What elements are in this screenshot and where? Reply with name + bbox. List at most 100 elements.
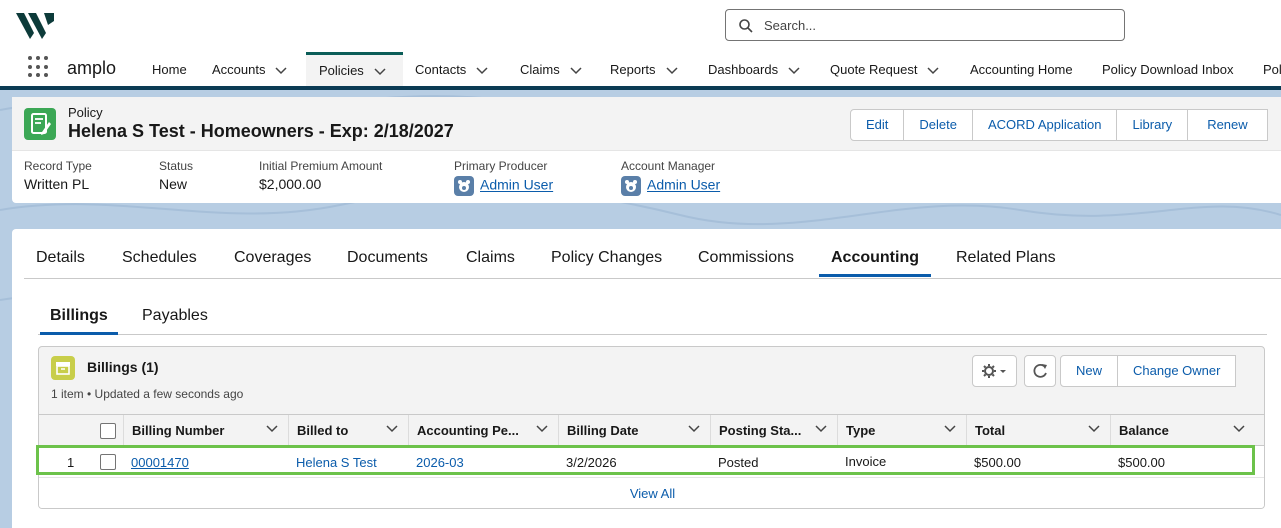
nav-item-policy-download-inbox[interactable]: Policy Download Inbox <box>1102 52 1234 87</box>
tab-claims[interactable]: Claims <box>466 249 515 267</box>
field-account-manager: Account Manager Admin User <box>621 159 720 196</box>
related-list-actions: New Change Owner <box>1060 355 1237 387</box>
column-balance[interactable]: Balance <box>1110 415 1255 447</box>
related-list-title[interactable]: Billings (1) <box>87 359 159 375</box>
change-owner-button[interactable]: Change Owner <box>1117 355 1237 387</box>
refresh-icon <box>1033 363 1047 378</box>
nav-item-accounting-home[interactable]: Accounting Home <box>970 52 1073 87</box>
record-header: Policy Helena S Test - Homeowners - Exp:… <box>12 97 1281 203</box>
chevron-down-icon[interactable] <box>536 425 548 433</box>
renew-button[interactable]: Renew <box>1187 109 1268 141</box>
chevron-down-icon[interactable] <box>815 425 827 433</box>
chevron-down-icon[interactable] <box>266 425 278 433</box>
nav-item-quote-request[interactable]: Quote Request <box>830 52 939 87</box>
tab-commissions[interactable]: Commissions <box>698 249 794 267</box>
column-billing-number[interactable]: Billing Number <box>123 415 288 447</box>
record-detail-card: Details Schedules Coverages Documents Cl… <box>12 229 1281 528</box>
acord-application-button[interactable]: ACORD Application <box>971 109 1118 141</box>
refresh-button[interactable] <box>1024 355 1056 387</box>
nav-item-contacts[interactable]: Contacts <box>415 52 488 87</box>
library-button[interactable]: Library <box>1116 109 1189 141</box>
billing-date-cell: 3/2/2026 <box>566 455 617 470</box>
policy-record-icon <box>24 108 56 140</box>
select-all-checkbox[interactable] <box>100 423 116 439</box>
gear-icon <box>982 364 1006 378</box>
row-select-checkbox[interactable] <box>100 454 116 470</box>
global-search-input[interactable]: Search... <box>725 9 1125 41</box>
tab-coverages[interactable]: Coverages <box>234 249 311 267</box>
chevron-down-icon[interactable] <box>944 425 956 433</box>
billing-number-link[interactable]: 00001470 <box>131 455 189 470</box>
total-cell: $500.00 <box>974 455 1021 470</box>
posting-status-cell: Posted <box>718 455 759 470</box>
chevron-down-icon[interactable] <box>386 425 398 433</box>
chevron-down-icon[interactable] <box>666 67 678 75</box>
search-placeholder: Search... <box>764 18 817 33</box>
accounting-period-link[interactable]: 2026-03 <box>416 455 464 470</box>
column-type[interactable]: Type <box>837 415 966 447</box>
tab-policy-changes[interactable]: Policy Changes <box>551 249 662 267</box>
chevron-down-icon[interactable] <box>788 67 800 75</box>
user-avatar-icon <box>454 176 474 196</box>
billing-list-icon <box>51 356 75 380</box>
global-header: Search... <box>0 0 1281 52</box>
delete-button[interactable]: Delete <box>903 109 973 141</box>
view-all-link[interactable]: View All <box>39 486 1264 501</box>
nav-item-accounts[interactable]: Accounts <box>212 52 288 87</box>
chevron-down-icon[interactable] <box>374 68 386 76</box>
accounting-subtabs: Billings Payables <box>38 297 1267 335</box>
tab-related-plans[interactable]: Related Plans <box>956 249 1056 267</box>
subtab-payables[interactable]: Payables <box>142 307 208 325</box>
tab-schedules[interactable]: Schedules <box>122 249 197 267</box>
column-posting-status[interactable]: Posting Sta... <box>710 415 837 447</box>
app-nav-bar: amplo Home Accounts Policies Contacts Cl… <box>0 52 1281 87</box>
chevron-down-icon[interactable] <box>476 67 488 75</box>
balance-cell: $500.00 <box>1118 455 1165 470</box>
search-icon <box>739 19 753 33</box>
app-name: amplo <box>67 58 117 78</box>
chevron-down-icon[interactable] <box>927 67 939 75</box>
record-title: Helena S Test - Homeowners - Exp: 2/18/2… <box>68 121 454 141</box>
app-launcher-icon[interactable] <box>28 56 50 78</box>
record-action-buttons: Edit Delete ACORD Application Library Re… <box>850 109 1268 141</box>
type-cell: Invoice <box>845 454 887 469</box>
chevron-down-icon[interactable] <box>1233 425 1245 433</box>
field-primary-producer: Primary Producer Admin User <box>454 159 553 196</box>
table-header: Billing Number Billed to Accounting Pe..… <box>39 414 1264 447</box>
row-number: 1 <box>67 455 75 470</box>
edit-button[interactable]: Edit <box>850 109 905 141</box>
billings-related-list: Billings (1) 1 item • Updated a few seco… <box>38 346 1265 509</box>
chevron-down-icon[interactable] <box>1088 425 1100 433</box>
related-list-status: 1 item • Updated a few seconds ago <box>51 387 244 401</box>
chevron-down-icon[interactable] <box>688 425 700 433</box>
billed-to-link[interactable]: Helena S Test <box>296 455 377 470</box>
account-manager-link[interactable]: Admin User <box>647 177 720 193</box>
tab-details[interactable]: Details <box>36 249 85 267</box>
subtab-billings[interactable]: Billings <box>40 307 118 335</box>
field-initial-premium-amount: Initial Premium Amount $2,000.00 <box>259 159 383 192</box>
user-avatar-icon <box>621 176 641 196</box>
field-status: Status New <box>159 159 194 192</box>
chevron-down-icon[interactable] <box>275 67 288 75</box>
list-settings-button[interactable] <box>972 355 1017 387</box>
tab-documents[interactable]: Documents <box>347 249 428 267</box>
record-object-label: Policy <box>68 105 103 120</box>
record-tabs: Details Schedules Coverages Documents Cl… <box>24 239 1281 279</box>
tab-accounting[interactable]: Accounting <box>819 249 931 277</box>
primary-producer-link[interactable]: Admin User <box>480 177 553 193</box>
column-total[interactable]: Total <box>966 415 1110 447</box>
nav-item-home[interactable]: Home <box>152 52 187 87</box>
brand-logo-icon[interactable] <box>16 9 56 41</box>
field-record-type: Record Type Written PL <box>24 159 92 192</box>
nav-item-overflow[interactable]: Pol <box>1263 52 1281 87</box>
column-accounting-period[interactable]: Accounting Pe... <box>408 415 558 447</box>
new-button[interactable]: New <box>1060 355 1119 387</box>
nav-item-claims[interactable]: Claims <box>520 52 582 87</box>
chevron-down-icon[interactable] <box>570 67 582 75</box>
nav-item-policies[interactable]: Policies <box>306 52 403 87</box>
billings-table: Billing Number Billed to Accounting Pe..… <box>39 414 1264 508</box>
column-billing-date[interactable]: Billing Date <box>558 415 710 447</box>
column-billed-to[interactable]: Billed to <box>288 415 408 447</box>
nav-item-reports[interactable]: Reports <box>610 52 678 87</box>
nav-item-dashboards[interactable]: Dashboards <box>708 52 800 87</box>
